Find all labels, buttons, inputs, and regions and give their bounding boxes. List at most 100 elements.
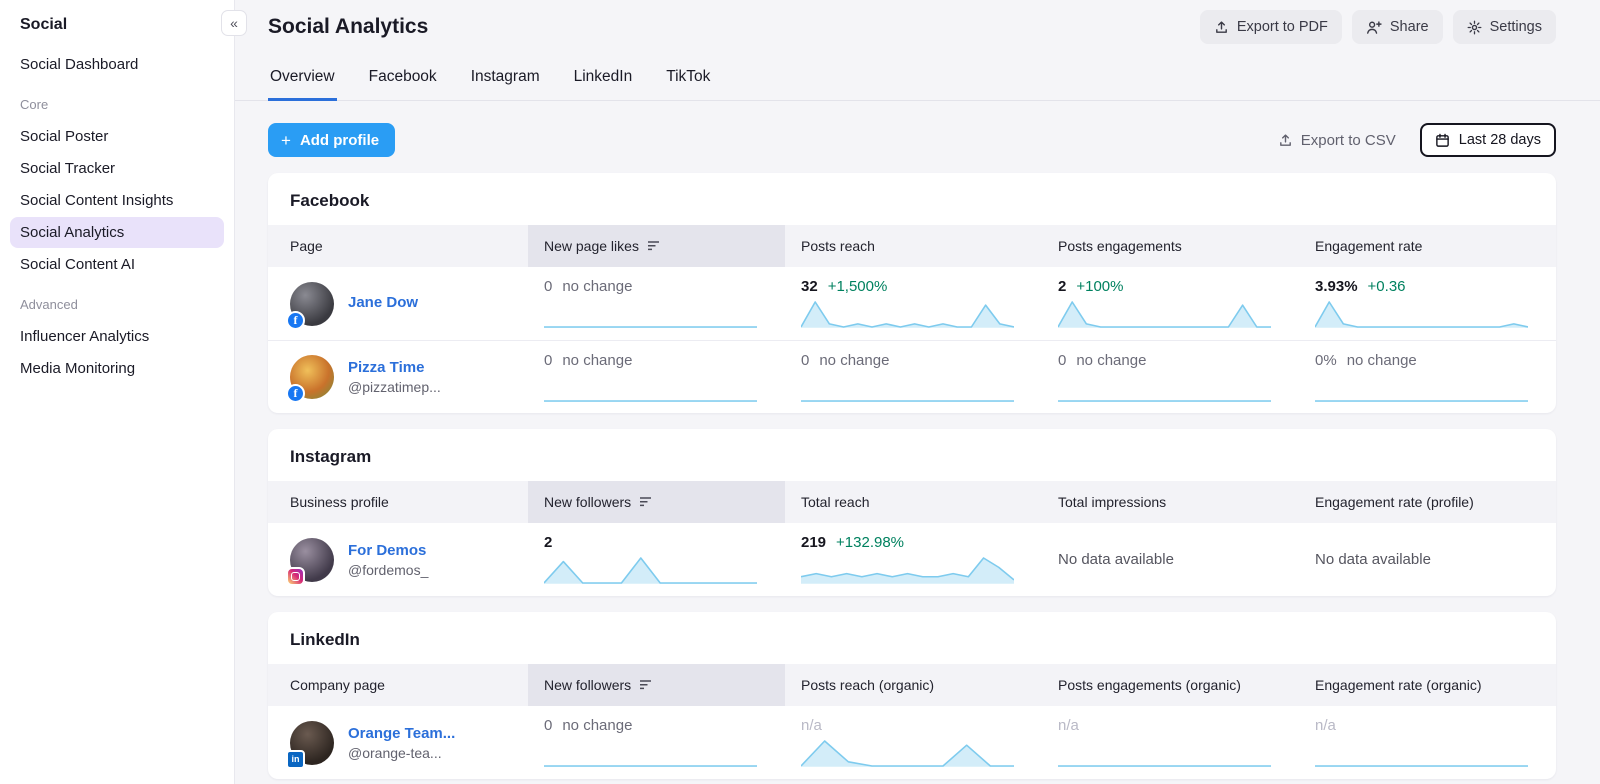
metric-value: 0 (1058, 352, 1066, 369)
share-button[interactable]: Share (1352, 10, 1443, 44)
instagram-card: Instagram Business profile New followers… (268, 429, 1556, 596)
column-header-page[interactable]: Page (268, 225, 528, 267)
profile-link[interactable]: Jane Dow (348, 294, 418, 311)
metric-value: 0% (1315, 352, 1337, 369)
profile-cell: f Jane Dow (268, 267, 528, 340)
metric-cell: 0% no change (1299, 341, 1556, 413)
metric-cell: 0no change (528, 706, 785, 779)
sparkline-chart (1315, 299, 1528, 329)
metric-value: 2 (544, 534, 552, 551)
sparkline-chart (801, 299, 1014, 329)
column-header-total-impressions[interactable]: Total impressions (1042, 481, 1299, 523)
column-header-new-page-likes[interactable]: New page likes (528, 225, 785, 267)
metric-value: 0 (544, 352, 552, 369)
profile-link[interactable]: For Demos (348, 542, 428, 559)
sidebar-item-social-poster[interactable]: Social Poster (10, 121, 224, 152)
metric-value: n/a (1058, 717, 1079, 734)
tab-facebook[interactable]: Facebook (367, 60, 439, 101)
page-title: Social Analytics (268, 15, 428, 39)
metric-delta: no change (562, 717, 632, 734)
avatar: f (290, 282, 334, 326)
date-range-button[interactable]: Last 28 days (1420, 123, 1556, 157)
metric-delta: +132.98% (836, 534, 904, 551)
sidebar-item-social-content-ai[interactable]: Social Content AI (10, 249, 224, 280)
tab-tiktok[interactable]: TikTok (664, 60, 712, 101)
column-header-posts-reach[interactable]: Posts reach (785, 225, 1042, 267)
add-profile-button[interactable]: + Add profile (268, 123, 395, 157)
tab-linkedin[interactable]: LinkedIn (572, 60, 635, 101)
column-header-engagement-rate-organic[interactable]: Engagement rate (organic) (1299, 664, 1556, 706)
column-header-engagement-rate-profile[interactable]: Engagement rate (profile) (1299, 481, 1556, 523)
profile-handle: @orange-tea... (348, 745, 455, 761)
sidebar-item-social-tracker[interactable]: Social Tracker (10, 153, 224, 184)
tab-overview[interactable]: Overview (268, 60, 337, 101)
metric-delta: +100% (1076, 278, 1123, 295)
facebook-badge-icon: f (286, 311, 305, 330)
sparkline-chart (1315, 373, 1528, 403)
collapse-sidebar-button[interactable]: « (221, 10, 247, 36)
metric-delta: no change (1076, 352, 1146, 369)
export-csv-button[interactable]: Export to CSV (1278, 132, 1396, 149)
column-header-posts-reach-organic[interactable]: Posts reach (organic) (785, 664, 1042, 706)
no-data-label: No data available (1058, 551, 1271, 568)
profile-link[interactable]: Pizza Time (348, 359, 441, 376)
tab-instagram[interactable]: Instagram (469, 60, 542, 101)
sidebar-item-social-analytics[interactable]: Social Analytics (10, 217, 224, 248)
no-data-label: No data available (1315, 551, 1528, 568)
metric-cell: 0no change (785, 341, 1042, 413)
main-header: Social Analytics Export to PDF Share (268, 10, 1556, 44)
profile-link[interactable]: Orange Team... (348, 725, 455, 742)
linkedin-badge-icon: in (286, 750, 305, 769)
column-header-business-profile[interactable]: Business profile (268, 481, 528, 523)
add-profile-label: Add profile (300, 132, 379, 149)
sidebar-item-social-dashboard[interactable]: Social Dashboard (10, 49, 224, 80)
profile-cell: f Pizza Time @pizzatimep... (268, 341, 528, 413)
sparkline-chart (801, 373, 1014, 403)
table-row: f Pizza Time @pizzatimep... 0no change 0… (268, 340, 1556, 413)
sidebar: Social « Social Dashboard Core Social Po… (0, 0, 235, 784)
settings-label: Settings (1490, 19, 1542, 35)
metric-value: 0 (801, 352, 809, 369)
share-person-icon (1366, 20, 1382, 35)
metric-delta: +1,500% (828, 278, 888, 295)
profile-info: For Demos @fordemos_ (348, 542, 428, 578)
column-header-company-page[interactable]: Company page (268, 664, 528, 706)
facebook-badge-icon: f (286, 384, 305, 403)
sidebar-item-social-content-insights[interactable]: Social Content Insights (10, 185, 224, 216)
facebook-card: Facebook Page New page likes Posts reach… (268, 173, 1556, 413)
metric-delta: no change (562, 352, 632, 369)
column-header-posts-engagements-organic[interactable]: Posts engagements (organic) (1042, 664, 1299, 706)
toolbar: + Add profile Export to CSV Last 28 days (268, 123, 1556, 157)
sparkline-chart (544, 373, 757, 403)
export-pdf-button[interactable]: Export to PDF (1200, 10, 1342, 44)
upload-icon (1278, 133, 1293, 148)
metric-value: 0 (544, 278, 552, 295)
sparkline-chart (801, 555, 1014, 585)
metric-delta: no change (1347, 352, 1417, 369)
column-header-posts-engagements[interactable]: Posts engagements (1042, 225, 1299, 267)
avatar: in (290, 721, 334, 765)
column-header-new-followers[interactable]: New followers (528, 664, 785, 706)
column-header-label: New page likes (544, 238, 639, 254)
column-header-total-reach[interactable]: Total reach (785, 481, 1042, 523)
sparkline-chart (1058, 299, 1271, 329)
card-title-linkedin: LinkedIn (268, 612, 1556, 664)
metric-cell: 219+132.98% (785, 523, 1042, 596)
column-header-new-followers[interactable]: New followers (528, 481, 785, 523)
export-csv-label: Export to CSV (1301, 132, 1396, 149)
metric-value: n/a (801, 717, 822, 734)
sidebar-item-influencer-analytics[interactable]: Influencer Analytics (10, 321, 224, 352)
sidebar-section-advanced: Advanced (10, 281, 224, 320)
profile-handle: @pizzatimep... (348, 379, 441, 395)
date-range-label: Last 28 days (1459, 132, 1541, 148)
metric-cell: No data available (1299, 523, 1556, 596)
metric-value: 2 (1058, 278, 1066, 295)
sparkline-chart (1315, 738, 1528, 768)
table-row: For Demos @fordemos_ 2 219+132.98% No da… (268, 523, 1556, 596)
card-title-facebook: Facebook (268, 173, 1556, 225)
plus-icon: + (281, 132, 291, 149)
settings-button[interactable]: Settings (1453, 10, 1556, 44)
column-header-engagement-rate[interactable]: Engagement rate (1299, 225, 1556, 267)
table-header: Page New page likes Posts reach Posts en… (268, 225, 1556, 267)
sidebar-item-media-monitoring[interactable]: Media Monitoring (10, 353, 224, 384)
